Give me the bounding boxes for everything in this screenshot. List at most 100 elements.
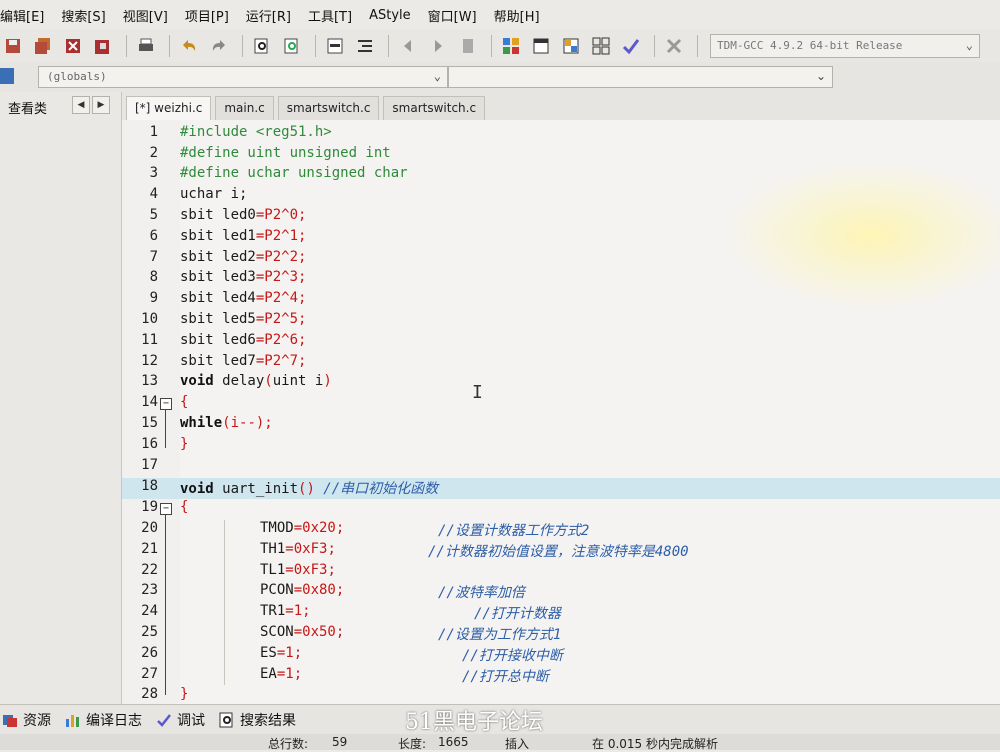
code-comment: //打开总中断 (462, 669, 549, 685)
tab-debug[interactable]: 调试 (156, 710, 205, 730)
replace-icon[interactable] (279, 34, 305, 58)
save-all-icon[interactable] (30, 34, 56, 58)
code-line: 26 ES=1; //打开接收中断 (122, 645, 1000, 666)
compiler-select-value: TDM-GCC 4.9.2 64-bit Release (717, 39, 903, 52)
print-icon[interactable] (133, 34, 159, 58)
line-number: 15 (141, 415, 158, 431)
code-line: 9 sbit led4=P2^4; (122, 290, 1000, 311)
menu-run[interactable]: 运行[R] (246, 6, 291, 25)
toolbar-separator (169, 35, 170, 57)
code-line: 6 sbit led1=P2^1; (122, 228, 1000, 249)
check-icon[interactable] (618, 34, 644, 58)
menu-project[interactable]: 项目[P] (185, 6, 229, 25)
line-number: 26 (141, 645, 158, 661)
close-file-icon[interactable] (60, 34, 86, 58)
code-line: 22 TL1=0xF3; (122, 562, 1000, 583)
file-tabs: [*] weizhi.c main.c smartswitch.c smarts… (122, 92, 1000, 120)
goto-line-icon[interactable] (322, 34, 348, 58)
save-icon[interactable] (0, 34, 26, 58)
forward-icon[interactable] (425, 34, 451, 58)
code-text: SCON=0x50; (260, 624, 345, 640)
code-editor[interactable]: 1 #include <reg51.h> 2 #define uint unsign… (122, 120, 1000, 704)
length-value: 1665 (438, 735, 469, 749)
line-number: 25 (141, 624, 158, 640)
code-text: TR1=1; (260, 603, 311, 619)
menu-astyle[interactable]: AStyle (369, 8, 411, 23)
code-line: 28} (122, 686, 1000, 704)
code-text: TH1=0xF3; (260, 541, 336, 557)
tab-smartswitch-2[interactable]: smartswitch.c (383, 96, 486, 120)
line-number: 22 (141, 562, 158, 578)
panel-title[interactable]: 查看类 (8, 98, 47, 117)
delete-icon[interactable] (661, 34, 687, 58)
tab-search-results[interactable]: 搜索结果 (219, 710, 296, 730)
code-line: 15 while(i--); (122, 415, 1000, 436)
tab-smartswitch[interactable]: smartswitch.c (277, 96, 380, 120)
menu-tools[interactable]: 工具[T] (308, 6, 352, 25)
line-number: 12 (141, 353, 158, 369)
line-number: 6 (149, 228, 158, 244)
code-comment: //计数器初始值设置，注意波特率是4800 (428, 544, 689, 560)
line-number: 7 (149, 249, 158, 265)
code-text: #include <reg51.h> (180, 124, 332, 140)
back-icon[interactable] (395, 34, 421, 58)
menu-window[interactable]: 窗口[W] (428, 6, 477, 25)
fold-toggle-icon[interactable]: − (160, 503, 172, 515)
fold-toggle-icon[interactable]: − (160, 398, 172, 410)
toolbar-separator (388, 35, 389, 57)
undo-icon[interactable] (176, 34, 202, 58)
code-line: 19−{ (122, 499, 1000, 520)
panel-prev-icon[interactable]: ◀ (72, 96, 90, 114)
code-line-current: 18 void uart_init() //串口初始化函数 (122, 478, 1000, 499)
line-number: 11 (141, 332, 158, 348)
menu-view[interactable]: 视图[V] (123, 6, 168, 25)
code-line: 24 TR1=1; //打开计数器 (122, 603, 1000, 624)
compiler-select[interactable]: TDM-GCC 4.9.2 64-bit Release ⌄ (710, 34, 980, 58)
tab-main[interactable]: main.c (215, 96, 274, 120)
line-number: 13 (141, 373, 158, 389)
code-line: 13 void delay(uint i) (122, 373, 1000, 394)
code-line: 3 #define uchar unsigned char (122, 165, 1000, 186)
code-text: #define uchar unsigned char (180, 165, 408, 181)
window-icon[interactable] (528, 34, 554, 58)
code-line: 10 sbit led5=P2^5; (122, 311, 1000, 332)
code-line: 21 TH1=0xF3; //计数器初始值设置，注意波特率是4800 (122, 541, 1000, 562)
indent-icon[interactable] (352, 34, 378, 58)
close-all-icon[interactable] (90, 34, 116, 58)
tab-resources[interactable]: 资源 (2, 710, 51, 730)
scope-select[interactable]: (globals) ⌄ (38, 66, 448, 88)
code-text: sbit led0=P2^0; (180, 207, 307, 223)
panel-next-icon[interactable]: ▶ (92, 96, 110, 114)
members-select[interactable]: ⌄ (448, 66, 833, 88)
code-line: 4 uchar i; (122, 186, 1000, 207)
class-browser-bar: (globals) ⌄ ⌄ (0, 62, 1000, 92)
layout-icon[interactable] (558, 34, 584, 58)
menu-search[interactable]: 搜索[S] (61, 6, 105, 25)
class-view-panel: 查看类 ◀ ▶ (0, 92, 122, 704)
find-icon[interactable] (249, 34, 275, 58)
code-text: sbit led1=P2^1; (180, 228, 307, 244)
tab-compile-log[interactable]: 编译日志 (65, 710, 142, 730)
menu-bar: 编辑[E] 搜索[S] 视图[V] 项目[P] 运行[R] 工具[T] ASty… (0, 0, 1000, 30)
menu-help[interactable]: 帮助[H] (494, 6, 540, 25)
class-icon (0, 68, 14, 84)
new-project-icon[interactable] (498, 34, 524, 58)
code-comment: //设置为工作方式1 (438, 627, 562, 643)
line-number: 23 (141, 582, 158, 598)
grid-icon[interactable] (588, 34, 614, 58)
line-number: 10 (141, 311, 158, 327)
text-cursor-icon: I (472, 382, 483, 403)
menu-edit[interactable]: 编辑[E] (0, 6, 44, 25)
bookmark-icon[interactable] (455, 34, 481, 58)
tab-label: 搜索结果 (240, 712, 296, 729)
code-text: TMOD=0x20; (260, 520, 345, 536)
code-line: 7 sbit led2=P2^2; (122, 249, 1000, 270)
redo-icon[interactable] (206, 34, 232, 58)
tab-weizhi[interactable]: [*] weizhi.c (126, 96, 212, 120)
search-results-icon (219, 712, 233, 727)
total-lines-value: 59 (332, 735, 348, 749)
line-number: 24 (141, 603, 158, 619)
tab-label: 资源 (23, 712, 51, 729)
code-text: sbit led5=P2^5; (180, 311, 307, 327)
line-number: 18 (141, 478, 158, 494)
